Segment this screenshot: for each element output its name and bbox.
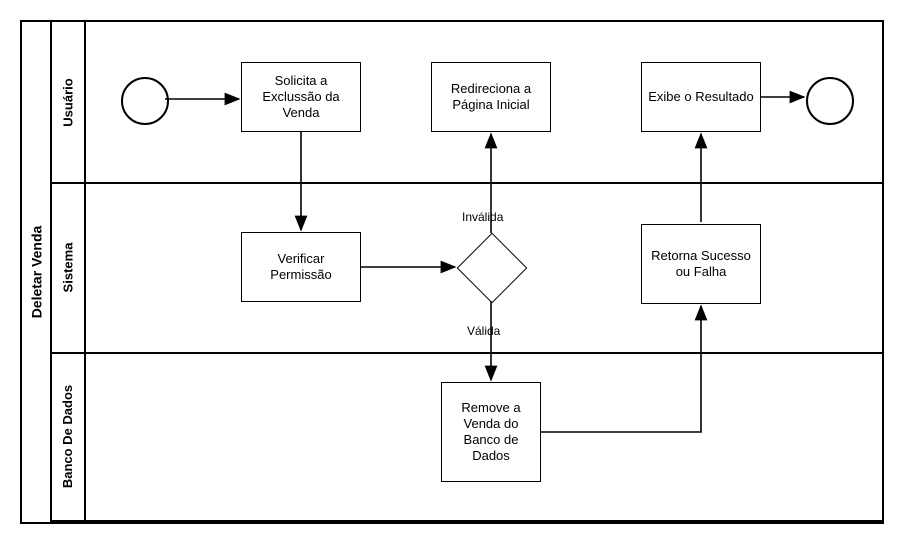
task-solicita: Solicita a Exclussão da Venda	[241, 62, 361, 132]
task-retorna: Retorna Sucesso ou Falha	[641, 224, 761, 304]
lane-content-usuario: Solicita a Exclussão da Venda Redirecion…	[86, 22, 882, 182]
lane-label-banco-container: Banco De Dados	[52, 352, 86, 520]
bpmn-diagram: Deletar Venda Usuário Solicita a Excluss…	[20, 20, 884, 524]
start-event	[121, 77, 169, 125]
task-exibe: Exibe o Resultado	[641, 62, 761, 132]
task-exibe-label: Exibe o Resultado	[648, 89, 754, 105]
lane-banco: Banco De Dados Remove a Venda do Banco d…	[52, 352, 882, 522]
task-verificar: Verificar Permissão	[241, 232, 361, 302]
lanes-container: Usuário Solicita a Exclussão da Venda Re…	[52, 22, 882, 522]
task-redireciona: Redireciona a Página Inicial	[431, 62, 551, 132]
lane-content-banco: Remove a Venda do Banco de Dados	[86, 352, 882, 520]
task-solicita-label: Solicita a Exclussão da Venda	[246, 73, 356, 122]
lane-label-usuario-container: Usuário	[52, 22, 86, 182]
task-remove: Remove a Venda do Banco de Dados	[441, 382, 541, 482]
lane-label-banco: Banco De Dados	[61, 384, 76, 487]
task-redireciona-label: Redireciona a Página Inicial	[436, 81, 546, 114]
task-retorna-label: Retorna Sucesso ou Falha	[646, 248, 756, 281]
pool-label: Deletar Venda	[28, 226, 44, 319]
lane-label-sistema: Sistema	[61, 242, 76, 292]
lane-label-usuario: Usuário	[61, 78, 76, 126]
task-remove-label: Remove a Venda do Banco de Dados	[446, 400, 536, 465]
task-verificar-label: Verificar Permissão	[246, 251, 356, 284]
gateway-decision	[457, 233, 528, 304]
gateway-label-invalida: Inválida	[462, 210, 503, 224]
pool-label-container: Deletar Venda	[22, 22, 52, 522]
lane-label-sistema-container: Sistema	[52, 182, 86, 352]
end-event	[806, 77, 854, 125]
lane-usuario: Usuário Solicita a Exclussão da Venda Re…	[52, 22, 882, 184]
gateway-label-valida: Válida	[467, 324, 500, 338]
